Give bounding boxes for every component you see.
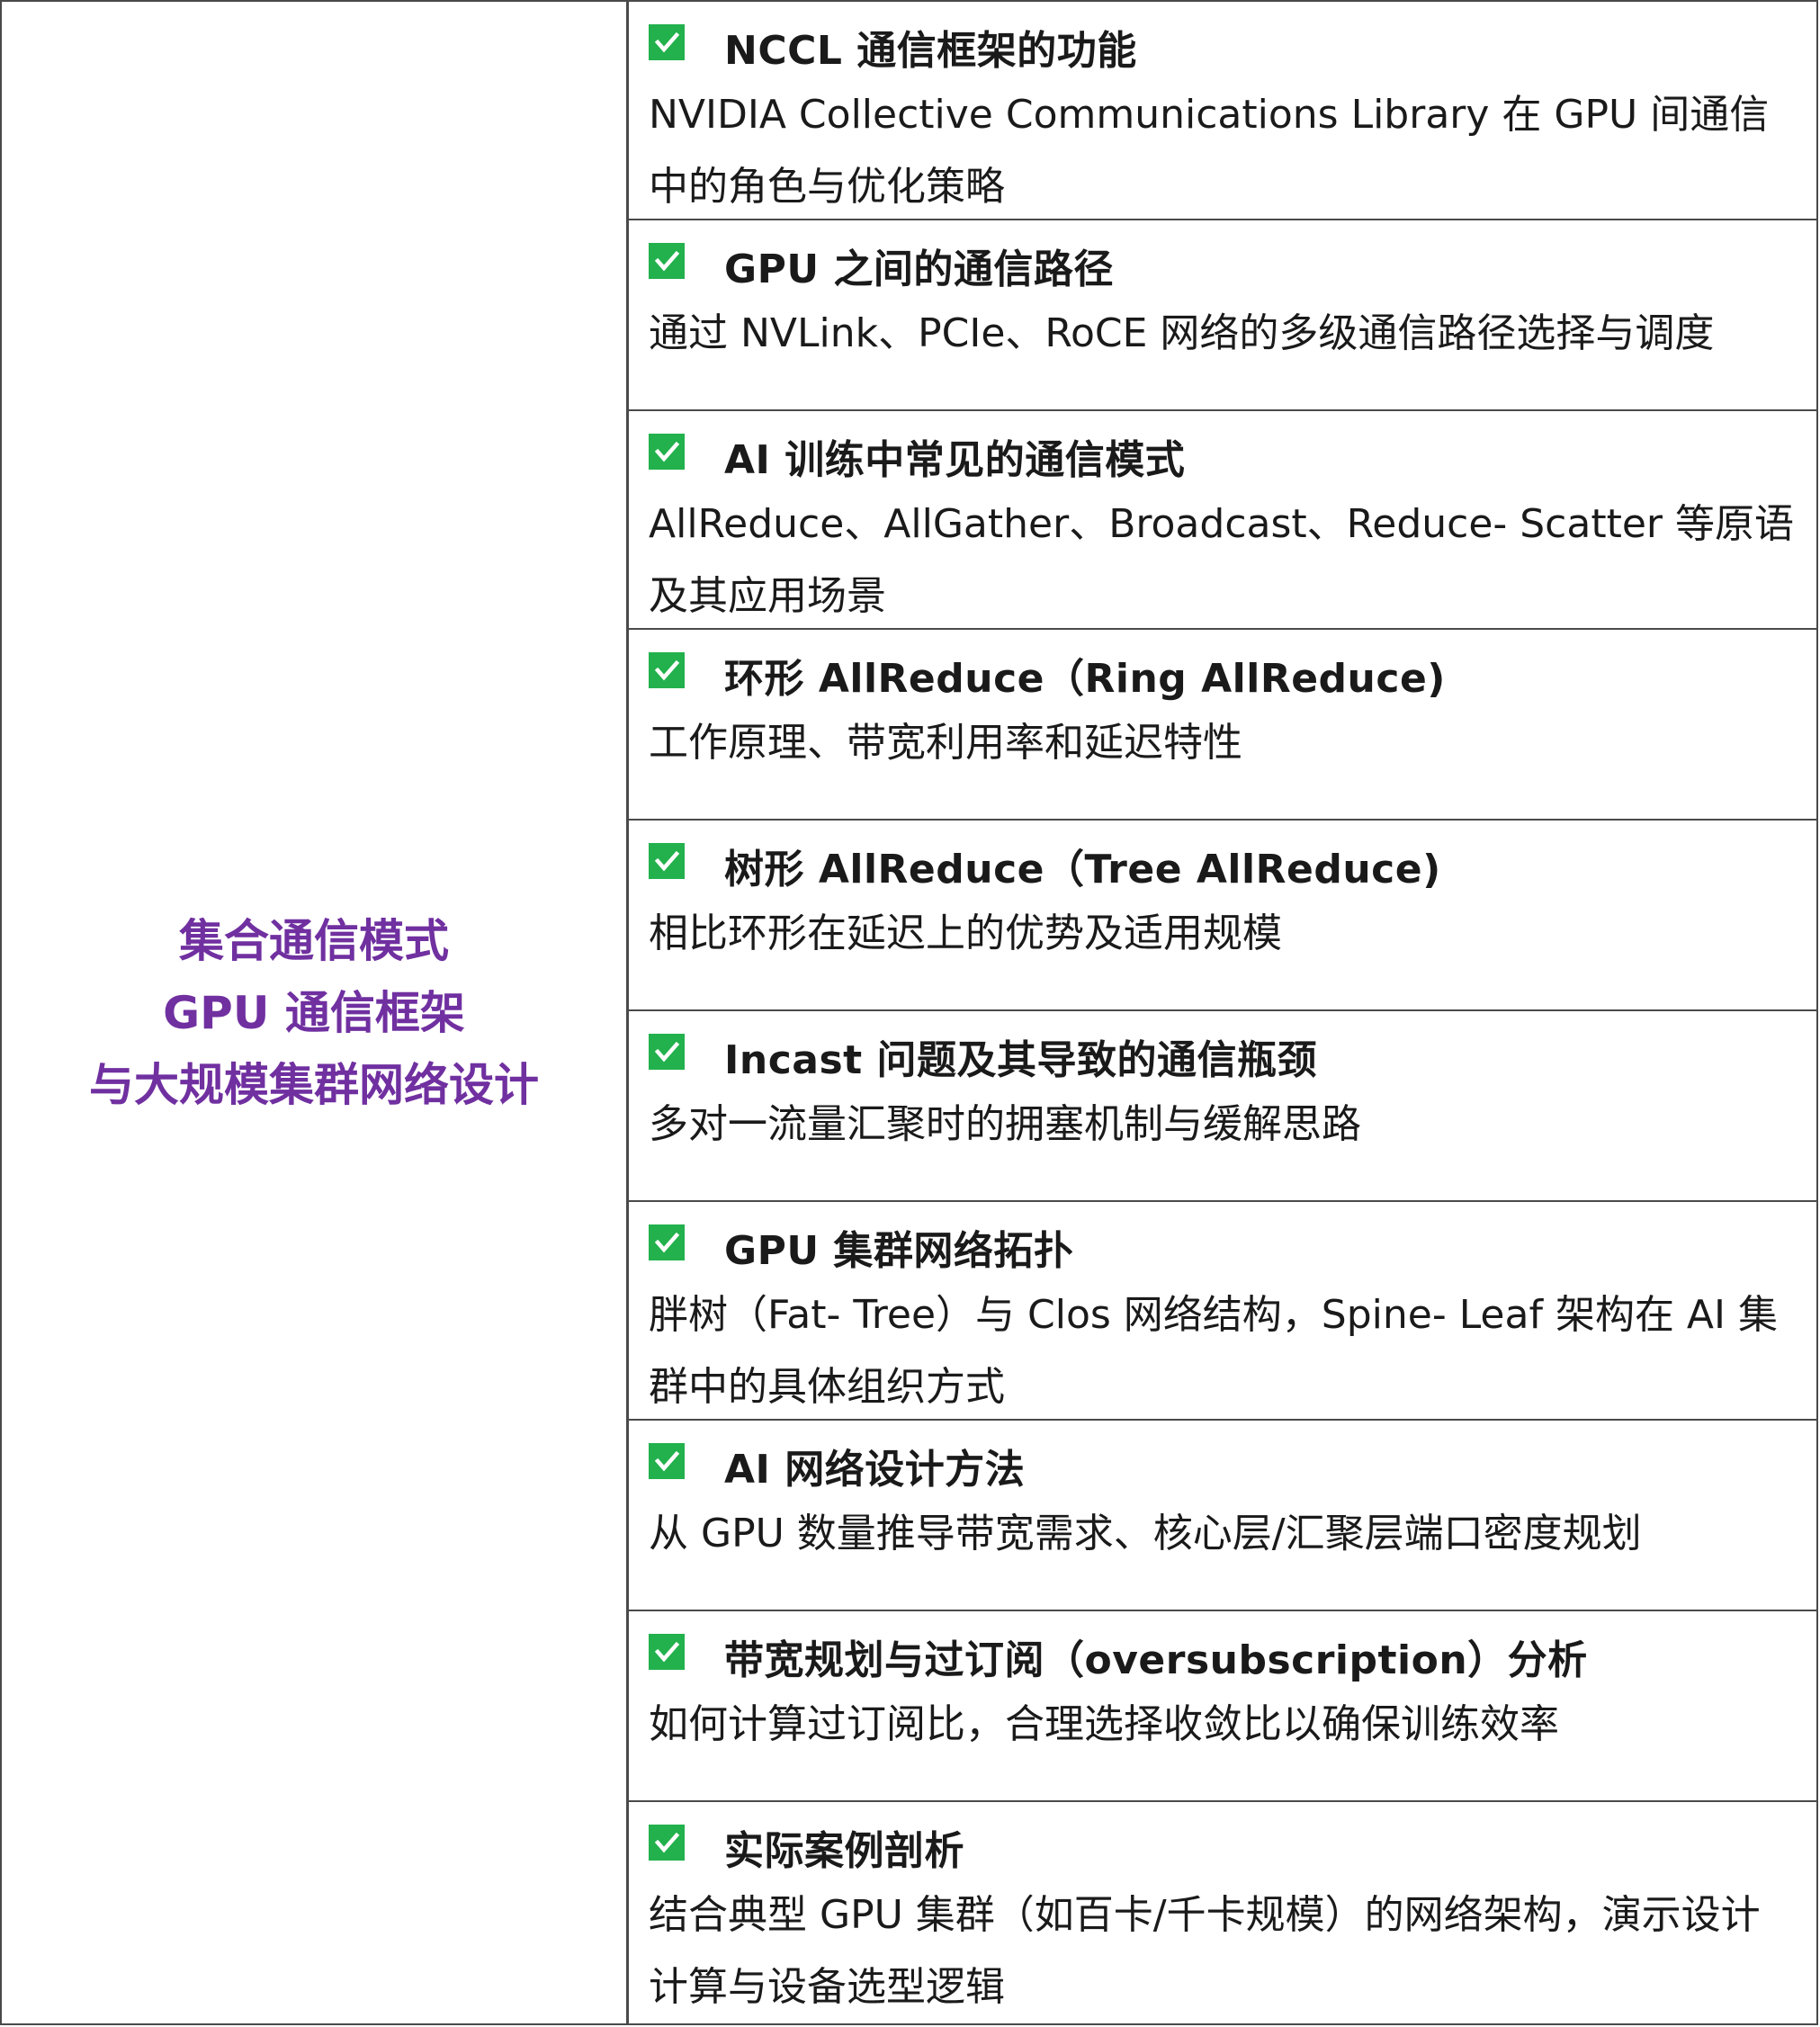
topic-row: AI 训练中常见的通信模式 AllReduce、AllGather、Broadc… (629, 411, 1816, 630)
checkbox-checked-icon (649, 243, 685, 279)
topic-title: NCCL 通信框架的功能 (724, 28, 1137, 74)
topic-description: 结合典型 GPU 集群（如百卡/千卡规模）的网络架构，演示设计计算与设备选型逻辑 (649, 1892, 1761, 2010)
topic-row: 树形 AllReduce（Tree AllReduce) 相比环形在延迟上的优势… (629, 821, 1816, 1011)
topic-title: 带宽规划与过订阅（oversubscription）分析 (724, 1637, 1588, 1683)
topic-title: GPU 集群网络拓扑 (724, 1228, 1074, 1274)
topic-description: NVIDIA Collective Communications Library… (649, 92, 1770, 210)
topic-title: AI 网络设计方法 (724, 1447, 1026, 1493)
topic-row: 环形 AllReduce（Ring AllReduce) 工作原理、带宽利用率和… (629, 630, 1816, 821)
checkbox-checked-icon (649, 1443, 685, 1479)
section-title: 集合通信模式 GPU 通信框架 与大规模集群网络设计 (89, 905, 539, 1121)
topic-title: 树形 AllReduce（Tree AllReduce) (724, 847, 1441, 892)
checkbox-checked-icon (649, 1034, 685, 1070)
topic-list: NCCL 通信框架的功能 NVIDIA Collective Communica… (629, 2, 1816, 2023)
section-title-line: 集合通信模式 (179, 914, 449, 967)
topic-row: GPU 集群网络拓扑 胖树（Fat- Tree）与 Clos 网络结构，Spin… (629, 1202, 1816, 1421)
topic-description: 工作原理、带宽利用率和延迟特性 (649, 720, 1242, 766)
topic-description: 多对一流量汇聚时的拥塞机制与缓解思路 (649, 1101, 1361, 1147)
topic-title: GPU 之间的通信路径 (724, 247, 1114, 292)
topic-description: 通过 NVLink、PCIe、RoCE 网络的多级通信路径选择与调度 (649, 310, 1715, 356)
left-title-cell: 集合通信模式 GPU 通信框架 与大规模集群网络设计 (2, 2, 629, 2023)
topic-description: 胖树（Fat- Tree）与 Clos 网络结构，Spine- Leaf 架构在… (649, 1292, 1778, 1410)
content-table: 集合通信模式 GPU 通信框架 与大规模集群网络设计 NCCL 通信框架的功能 … (0, 0, 1818, 2025)
topic-description: AllReduce、AllGather、Broadcast、Reduce- Sc… (649, 501, 1794, 619)
checkbox-checked-icon (649, 843, 685, 879)
topic-row: 实际案例剖析 结合典型 GPU 集群（如百卡/千卡规模）的网络架构，演示设计计算… (629, 1802, 1816, 2023)
topic-description: 从 GPU 数量推导带宽需求、核心层/汇聚层端口密度规划 (649, 1511, 1642, 1556)
topic-description: 如何计算过订阅比，合理选择收敛比以确保训练效率 (649, 1701, 1559, 1747)
topic-title: 环形 AllReduce（Ring AllReduce) (724, 656, 1446, 702)
checkbox-checked-icon (649, 434, 685, 470)
topic-row: AI 网络设计方法 从 GPU 数量推导带宽需求、核心层/汇聚层端口密度规划 (629, 1421, 1816, 1611)
checkbox-checked-icon (649, 652, 685, 688)
checkbox-checked-icon (649, 24, 685, 60)
section-title-line: 与大规模集群网络设计 (89, 1058, 539, 1111)
topic-row: NCCL 通信框架的功能 NVIDIA Collective Communica… (629, 2, 1816, 220)
topic-title: Incast 问题及其导致的通信瓶颈 (724, 1037, 1318, 1083)
topic-title: 实际案例剖析 (724, 1828, 964, 1874)
section-title-line: GPU 通信框架 (163, 986, 465, 1039)
checkbox-checked-icon (649, 1224, 685, 1260)
topic-row: Incast 问题及其导致的通信瓶颈 多对一流量汇聚时的拥塞机制与缓解思路 (629, 1011, 1816, 1202)
topic-row: GPU 之间的通信路径 通过 NVLink、PCIe、RoCE 网络的多级通信路… (629, 220, 1816, 411)
topic-title: AI 训练中常见的通信模式 (724, 437, 1186, 483)
topic-description: 相比环形在延迟上的优势及适用规模 (649, 910, 1282, 956)
checkbox-checked-icon (649, 1825, 685, 1861)
checkbox-checked-icon (649, 1634, 685, 1670)
topic-row: 带宽规划与过订阅（oversubscription）分析 如何计算过订阅比，合理… (629, 1611, 1816, 1802)
